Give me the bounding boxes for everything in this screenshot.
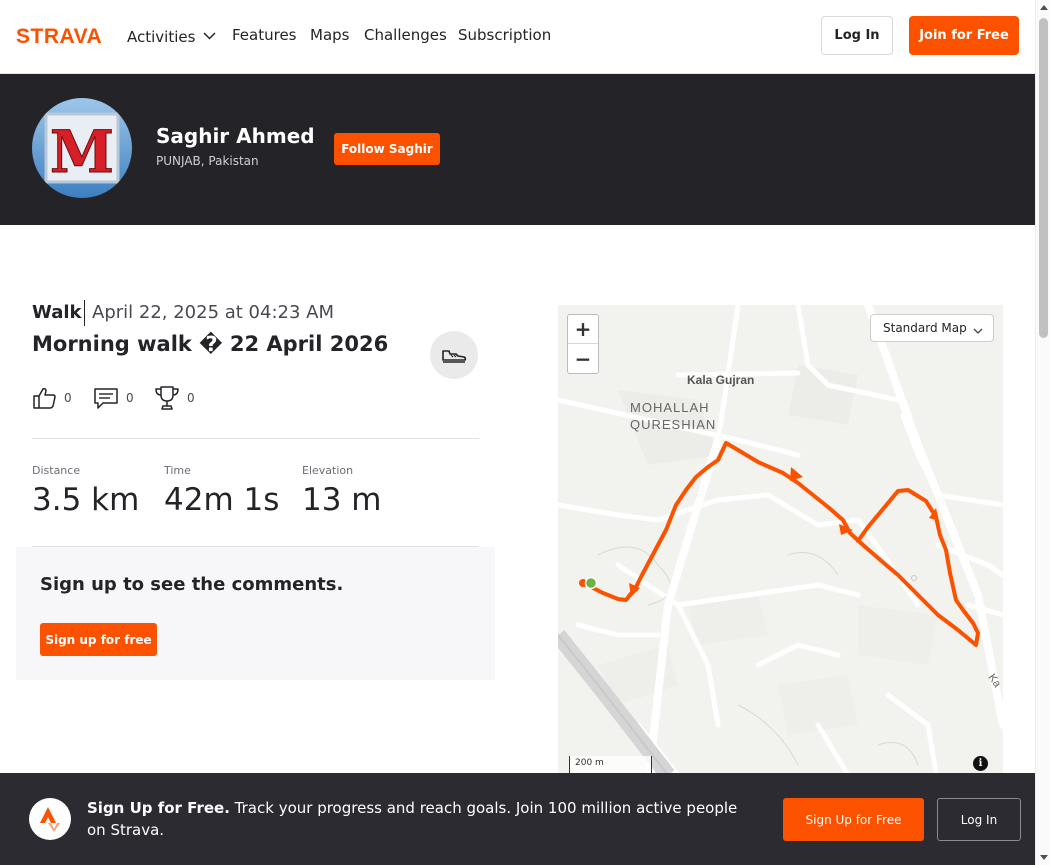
athlete-location: PUNJAB, Pakistan: [156, 154, 259, 168]
route-start-marker: [584, 576, 598, 590]
signup-banner-text: Sign Up for Free. Track your progress an…: [87, 797, 747, 841]
trophy-icon: [155, 386, 179, 410]
activity-map[interactable]: Kala Gujran MOHALLAH QURESHIAN Ka + − St…: [558, 305, 1003, 785]
nav-subscription[interactable]: Subscription: [458, 26, 551, 44]
zoom-control: + −: [567, 314, 599, 374]
achievements-count: 0: [187, 391, 195, 405]
thumbs-up-icon: [33, 388, 56, 409]
signup-for-free-button[interactable]: Sign up for free: [40, 623, 157, 656]
zoom-in-button[interactable]: +: [568, 315, 598, 344]
top-navigation: STRAVA Activities Features Maps Challeng…: [0, 0, 1035, 74]
stats-divider-top: [32, 438, 479, 439]
signup-banner: Sign Up for Free. Track your progress an…: [0, 773, 1035, 865]
nav-features[interactable]: Features: [232, 26, 297, 44]
map-canvas[interactable]: Kala Gujran MOHALLAH QURESHIAN Ka: [558, 305, 1003, 785]
shoe-icon: [442, 350, 467, 363]
athlete-name[interactable]: Saghir Ahmed: [156, 124, 315, 148]
activity-type: Walk: [32, 302, 82, 323]
map-style-value: Standard Map: [883, 321, 967, 335]
nav-challenges[interactable]: Challenges: [364, 26, 447, 44]
strava-logo-text: STRAVA: [16, 26, 102, 46]
comments-signup-panel: Sign up to see the comments. Sign up for…: [16, 547, 495, 680]
comment-icon: [94, 388, 118, 409]
time-label: Time: [164, 464, 191, 477]
activity-title: Morning walk � 22 April 2026: [32, 332, 389, 356]
nav-activities[interactable]: Activities: [127, 26, 216, 46]
map-style-select[interactable]: Standard Map: [870, 314, 994, 342]
page-scrollbar[interactable]: [1035, 0, 1050, 865]
scrollbar-thumb[interactable]: [1039, 18, 1048, 338]
elevation-value: 13 m: [302, 482, 382, 518]
strava-logo[interactable]: STRAVA: [16, 26, 112, 46]
nav-maps[interactable]: Maps: [310, 26, 349, 44]
map-info-icon[interactable]: i: [973, 756, 988, 771]
strava-app-icon: [29, 798, 71, 840]
avatar-letter: M: [50, 118, 114, 186]
follow-button[interactable]: Follow Saghir: [334, 133, 440, 165]
avatar-image: M: [32, 98, 132, 198]
title-separator: [84, 300, 85, 326]
map-label-kala-gujran: Kala Gujran: [687, 373, 754, 387]
map-scale-bar: 200 m: [569, 756, 652, 774]
comments-button[interactable]: 0: [93, 385, 134, 411]
gear-badge[interactable]: [430, 331, 478, 379]
signup-banner-signup-button[interactable]: Sign Up for Free: [783, 798, 924, 841]
login-button[interactable]: Log In: [821, 16, 893, 55]
achievements-button[interactable]: 0: [154, 385, 195, 411]
distance-value: 3.5 km: [32, 482, 140, 518]
elevation-label: Elevation: [302, 464, 354, 477]
comments-signup-title: Sign up to see the comments.: [40, 574, 344, 595]
signup-banner-bold: Sign Up for Free.: [87, 799, 230, 817]
chevron-down-icon: [973, 324, 983, 338]
activity-date: April 22, 2025 at 04:23 AM: [92, 302, 334, 323]
distance-label: Distance: [32, 464, 81, 477]
nav-activities-label: Activities: [127, 28, 196, 46]
strava-chevron-icon: [40, 807, 60, 832]
scroll-down-arrow[interactable]: [1040, 855, 1048, 860]
time-value: 42m 1s: [164, 482, 280, 518]
signup-banner-login-button[interactable]: Log In: [937, 798, 1021, 841]
athlete-avatar[interactable]: M: [32, 98, 132, 198]
chevron-down-icon: [203, 26, 216, 44]
zoom-out-button[interactable]: −: [568, 344, 598, 373]
map-label-mohallah-line1: MOHALLAH: [630, 400, 710, 415]
kudos-button[interactable]: 0: [32, 385, 72, 411]
athlete-banner: M Saghir Ahmed PUNJAB, Pakistan Follow S…: [0, 74, 1035, 225]
kudos-count: 0: [64, 391, 72, 405]
scroll-up-arrow[interactable]: [1040, 5, 1048, 10]
join-for-free-button[interactable]: Join for Free: [909, 16, 1019, 55]
comments-count: 0: [126, 391, 134, 405]
map-label-mohallah-line2: QURESHIAN: [630, 417, 716, 432]
